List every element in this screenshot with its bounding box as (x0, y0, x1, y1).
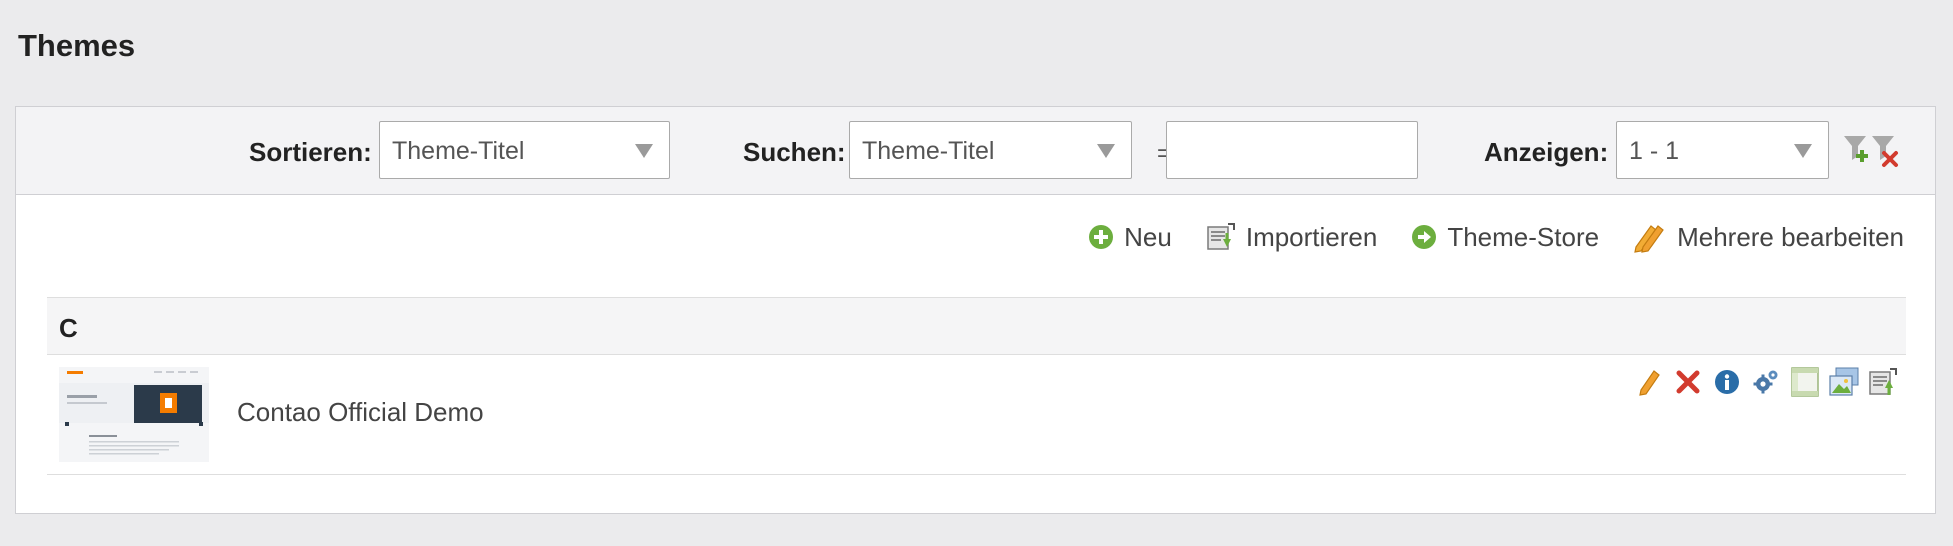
edit-multiple-button-label: Mehrere bearbeiten (1677, 221, 1904, 252)
sort-select[interactable]: Theme-Titel (379, 121, 670, 179)
search-label: Suchen: (743, 137, 846, 167)
row-operations (1625, 367, 1898, 397)
import-button-label: Importieren (1245, 221, 1378, 252)
search-input[interactable] (1166, 121, 1418, 179)
limit-select[interactable]: 1 - 1 (1616, 121, 1829, 179)
export-button[interactable] (1868, 367, 1898, 397)
group-letter: C (59, 313, 78, 343)
info-icon (1715, 370, 1739, 394)
info-button[interactable] (1712, 367, 1742, 397)
edit-button[interactable] (1634, 367, 1664, 397)
chevron-down-icon (1794, 144, 1812, 158)
new-button-label: Neu (1124, 221, 1172, 252)
filter-icons (1842, 134, 1902, 170)
modules-button[interactable] (1751, 367, 1781, 397)
pencil-icon (1639, 370, 1660, 396)
list-item: Contao Official Demo (47, 355, 1906, 475)
theme-store-button[interactable]: Theme-Store (1411, 222, 1599, 253)
sort-select-value: Theme-Titel (392, 137, 525, 165)
sort-label: Sortieren: (249, 137, 372, 167)
filter-bar: Sortieren: Theme-Titel Suchen: Theme-Tit… (16, 107, 1935, 195)
theme-store-button-label: Theme-Store (1447, 221, 1600, 252)
arrow-right-circle-icon (1412, 225, 1437, 249)
theme-title[interactable]: Contao Official Demo (237, 397, 484, 428)
filter-add-icon[interactable] (1844, 136, 1868, 162)
delete-button[interactable] (1673, 367, 1703, 397)
group-header: C (47, 297, 1906, 355)
search-field-value: Theme-Titel (862, 137, 995, 165)
delete-icon (1676, 370, 1700, 394)
global-operations: Neu Importieren Theme-Store Mehrere bear… (1054, 219, 1904, 255)
layouts-button[interactable] (1790, 367, 1820, 397)
gears-icon (1753, 370, 1778, 394)
chevron-down-icon (1097, 144, 1115, 158)
export-icon (1869, 368, 1897, 395)
image-sizes-icon (1829, 367, 1859, 396)
new-button[interactable]: Neu (1088, 222, 1172, 253)
edit-multiple-button[interactable]: Mehrere bearbeiten (1633, 221, 1904, 253)
page-title: Themes (18, 28, 136, 63)
layout-icon (1791, 367, 1819, 397)
themes-panel: Sortieren: Theme-Titel Suchen: Theme-Tit… (15, 106, 1936, 514)
plus-circle-icon (1089, 225, 1114, 249)
import-icon (1207, 223, 1235, 250)
import-button[interactable]: Importieren (1206, 221, 1378, 253)
theme-preview-thumbnail (59, 367, 209, 462)
chevron-down-icon (635, 144, 653, 158)
limit-label: Anzeigen: (1484, 137, 1609, 167)
search-field-select[interactable]: Theme-Titel (849, 121, 1132, 179)
limit-select-value: 1 - 1 (1629, 137, 1680, 165)
pencils-icon (1634, 225, 1664, 253)
filter-clear-icon[interactable] (1872, 136, 1898, 167)
image-sizes-button[interactable] (1829, 367, 1859, 397)
